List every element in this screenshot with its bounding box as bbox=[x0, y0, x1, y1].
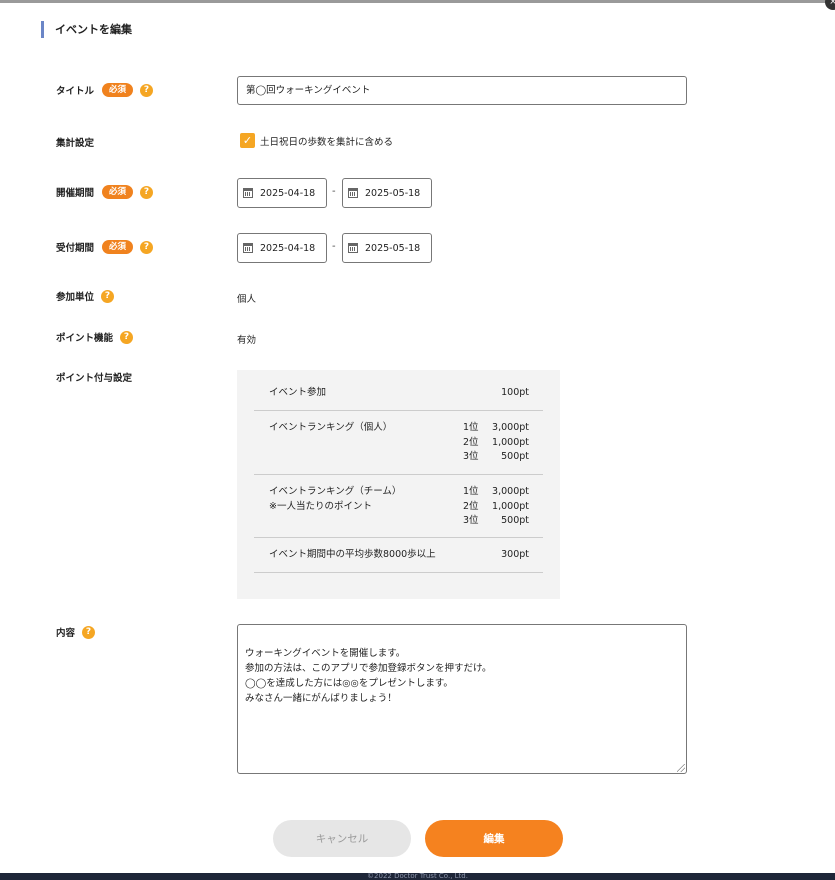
point-feature-label-row: ポイント機能 ? bbox=[56, 329, 134, 345]
reception-period-label-row: 受付期間 必須 ? bbox=[56, 239, 154, 255]
reception-period-label: 受付期間 bbox=[56, 243, 95, 254]
required-badge: 必須 bbox=[102, 83, 134, 97]
point-feature-value: 有効 bbox=[237, 335, 257, 346]
cancel-button[interactable]: キャンセル bbox=[273, 820, 411, 857]
aggregation-label: 集計設定 bbox=[56, 138, 95, 149]
content-label-row: 内容 ? bbox=[56, 624, 96, 640]
point-row-value: 300pt bbox=[501, 549, 529, 560]
point-row-name: イベント期間中の平均歩数8000歩以上 bbox=[269, 549, 436, 560]
edit-button[interactable]: 編集 bbox=[425, 820, 563, 857]
point-feature-label: ポイント機能 bbox=[56, 333, 114, 344]
page-title: イベントを編集 bbox=[41, 21, 132, 38]
top-border bbox=[0, 0, 835, 3]
rank-list: 1位 3,000pt 2位 1,000pt 3位 500pt bbox=[463, 421, 529, 465]
point-row-name: イベントランキング（チーム） bbox=[269, 486, 402, 497]
help-icon[interactable]: ? bbox=[101, 289, 115, 303]
content-label: 内容 bbox=[56, 628, 76, 639]
check-icon[interactable]: ✓ bbox=[240, 133, 255, 148]
rank-list: 1位 3,000pt 2位 1,000pt 3位 500pt bbox=[463, 485, 529, 529]
point-settings-panel: イベント参加 100pt イベントランキング（個人） 1位 3,000pt 2位 1… bbox=[237, 370, 560, 599]
rank-line: 1位 3,000pt bbox=[463, 422, 529, 433]
event-period-label-row: 開催期間 必須 ? bbox=[56, 184, 154, 200]
reception-end-date: 2025-05-18 bbox=[365, 242, 421, 254]
close-icon[interactable]: × bbox=[825, 0, 835, 10]
rank-line: 2位 1,000pt bbox=[463, 500, 529, 512]
point-row-individual-ranking: イベントランキング（個人） 1位 3,000pt 2位 1,000pt 3位 500p… bbox=[254, 421, 543, 475]
aggregation-label-row: 集計設定 bbox=[56, 134, 94, 150]
help-icon[interactable]: ? bbox=[140, 185, 154, 199]
participation-unit-value: 個人 bbox=[237, 294, 257, 305]
rank-line: 2位 1,000pt bbox=[463, 436, 529, 448]
title-input[interactable]: 第◯回ウォーキングイベント bbox=[237, 76, 687, 105]
point-row-name-block: イベントランキング（チーム） ※一人当たりのポイント bbox=[269, 485, 401, 514]
point-row-participation: イベント参加 100pt bbox=[254, 386, 543, 411]
event-end-date-input[interactable]: 2025-05-18 bbox=[342, 178, 432, 208]
event-start-date: 2025-04-18 bbox=[260, 187, 316, 199]
point-settings-label-row: ポイント付与設定 bbox=[56, 369, 132, 385]
point-row-team-ranking: イベントランキング（チーム） ※一人当たりのポイント 1位 3,000pt 2位 1… bbox=[254, 485, 543, 538]
help-icon[interactable]: ? bbox=[120, 330, 134, 344]
reception-start-date-input[interactable]: 2025-04-18 bbox=[237, 233, 327, 263]
required-badge: 必須 bbox=[102, 185, 134, 199]
point-row-value: 100pt bbox=[501, 387, 529, 398]
required-badge: 必須 bbox=[102, 240, 134, 254]
point-row-name: イベントランキング（個人） bbox=[269, 422, 393, 433]
point-row-name: イベント参加 bbox=[269, 387, 327, 398]
point-settings-label: ポイント付与設定 bbox=[56, 373, 133, 384]
calendar-icon bbox=[243, 188, 253, 198]
participation-unit-label-row: 参加単位 ? bbox=[56, 288, 115, 304]
calendar-icon bbox=[243, 243, 253, 253]
help-icon[interactable]: ? bbox=[140, 240, 154, 254]
title-label: タイトル bbox=[56, 86, 95, 97]
rank-line: 3位 500pt bbox=[463, 451, 529, 462]
rank-line: 3位 500pt bbox=[463, 515, 529, 526]
event-start-date-input[interactable]: 2025-04-18 bbox=[237, 178, 327, 208]
point-row-note: ※一人当たりのポイント bbox=[269, 500, 372, 512]
participation-unit-label: 参加単位 bbox=[56, 292, 95, 303]
aggregation-checkbox-label: 土日祝日の歩数を集計に含める bbox=[260, 136, 394, 148]
calendar-icon bbox=[348, 188, 358, 198]
aggregation-checkbox-row[interactable]: ✓ 土日祝日の歩数を集計に含める bbox=[240, 133, 393, 148]
event-period-label: 開催期間 bbox=[56, 188, 95, 199]
help-icon[interactable]: ? bbox=[82, 625, 96, 639]
range-separator: - bbox=[332, 241, 336, 252]
content-textarea[interactable]: ウォーキングイベントを開催します。 参加の方法は、このアプリで参加登録ボタンを押… bbox=[237, 624, 687, 774]
reception-end-date-input[interactable]: 2025-05-18 bbox=[342, 233, 432, 263]
help-icon[interactable]: ? bbox=[140, 83, 154, 97]
point-row-average-steps: イベント期間中の平均歩数8000歩以上 300pt bbox=[254, 548, 543, 573]
range-separator: - bbox=[332, 186, 336, 197]
event-end-date: 2025-05-18 bbox=[365, 187, 421, 199]
resize-handle-icon[interactable] bbox=[677, 764, 685, 772]
content-text: ウォーキングイベントを開催します。 参加の方法は、このアプリで参加登録ボタンを押… bbox=[245, 648, 492, 704]
title-label-row: タイトル 必須 ? bbox=[56, 82, 154, 98]
reception-start-date: 2025-04-18 bbox=[260, 242, 316, 254]
rank-line: 1位 3,000pt bbox=[463, 486, 529, 497]
footer-copyright: ©2022 Doctor Trust Co., Ltd. bbox=[0, 873, 835, 880]
calendar-icon bbox=[348, 243, 358, 253]
